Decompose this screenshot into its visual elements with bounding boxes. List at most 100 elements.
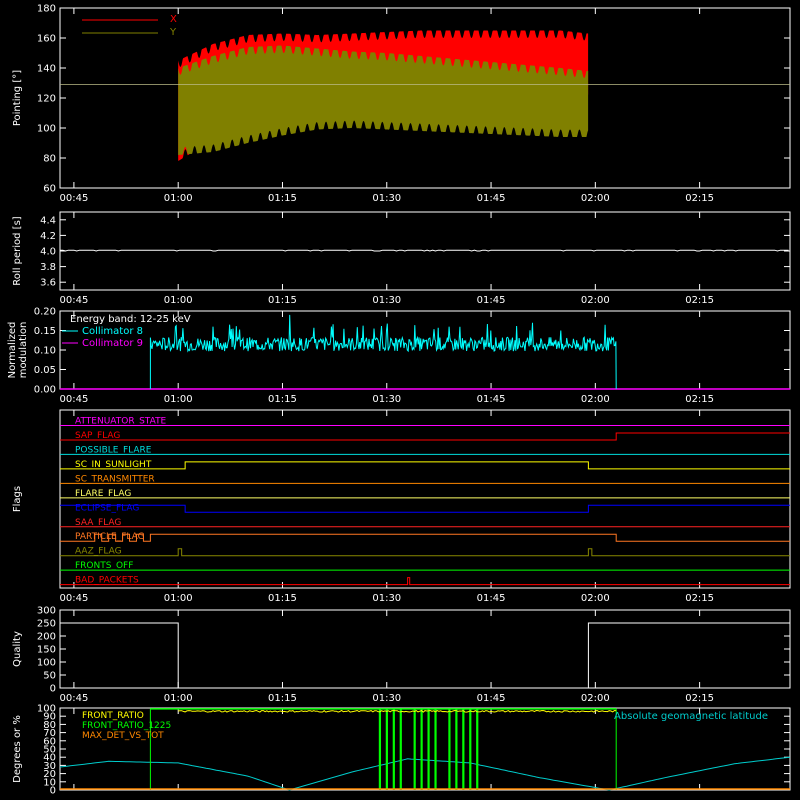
x-tick-label: 02:00 xyxy=(581,593,610,604)
y-tick-label: 0.20 xyxy=(34,307,56,318)
y-axis-label: Roll period [s] xyxy=(12,216,23,285)
x-tick-label: 02:15 xyxy=(685,295,714,306)
x-tick-label: 01:45 xyxy=(477,593,506,604)
front-ratio-1225-dropout xyxy=(469,708,472,790)
front-ratio-1225-dropout xyxy=(420,708,423,790)
flag-label: ATTENUATOR_STATE xyxy=(75,416,167,426)
x-tick-label: 00:45 xyxy=(59,394,88,405)
x-tick-label: 01:45 xyxy=(477,693,506,704)
x-tick-label: 00:45 xyxy=(59,295,88,306)
y-tick-label: 0.15 xyxy=(34,326,56,337)
front-ratio-1225-dropout xyxy=(434,708,437,790)
y-tick-label: 250 xyxy=(37,619,56,630)
y-tick-label: 50 xyxy=(43,671,56,682)
flag-label: SAA_FLAG xyxy=(75,518,121,528)
x-tick-label: 01:45 xyxy=(477,193,506,204)
legend-label: FRONT_RATIO_1225 xyxy=(82,721,171,731)
x-tick-label: 02:00 xyxy=(581,295,610,306)
geomag-annotation: Absolute geomagnetic latitude xyxy=(614,711,768,722)
front-ratio-1225-dropout xyxy=(476,708,479,790)
y-tick-label: 100 xyxy=(37,124,56,135)
front-ratio-1225-dropout xyxy=(378,708,382,790)
x-tick-label: 01:45 xyxy=(477,295,506,306)
y-tick-label: 150 xyxy=(37,645,56,656)
y-tick-label: 100 xyxy=(37,704,56,715)
legend-label: MAX_DET_VS_TOT xyxy=(82,731,164,741)
y-tick-label: 3.8 xyxy=(40,262,56,273)
flag-label: SC_TRANSMITTER xyxy=(75,474,155,484)
front-ratio-1225-dropout xyxy=(462,708,465,790)
x-tick-label: 01:15 xyxy=(268,295,297,306)
flag-label: SAP_FLAG xyxy=(75,431,120,441)
x-tick-label: 00:45 xyxy=(59,193,88,204)
x-tick-label: 01:15 xyxy=(268,394,297,405)
flag-label: FLARE_FLAG xyxy=(75,489,131,499)
y-tick-label: 0.00 xyxy=(34,385,56,396)
y-axis-label: Normalizedmodulation xyxy=(7,322,29,379)
x-tick-label: 01:00 xyxy=(164,693,193,704)
y-tick-label: 80 xyxy=(43,154,56,165)
y-tick-label: 100 xyxy=(37,658,56,669)
y-tick-label: 120 xyxy=(37,94,56,105)
rhessi-quicklook-figure: 00:45 01:00 01:15 01:30 01:45 02:00 02:15 60 80 1… xyxy=(0,0,800,800)
x-tick-label: 01:15 xyxy=(268,593,297,604)
x-tick-label: 01:45 xyxy=(477,394,506,405)
flag-label: BAD_PACKETS xyxy=(75,576,139,586)
y-tick-label: 4.2 xyxy=(40,231,56,242)
y-tick-label: 140 xyxy=(37,64,56,75)
y-tick-label: 160 xyxy=(37,34,56,45)
x-tick-label: 00:45 xyxy=(59,593,88,604)
x-tick-label: 02:00 xyxy=(581,394,610,405)
x-tick-label: 01:30 xyxy=(372,593,401,604)
y-tick-label: 300 xyxy=(37,606,56,617)
y-tick-label: 200 xyxy=(37,632,56,643)
y-axis-label: Degrees or % xyxy=(12,715,23,783)
x-tick-label: 01:15 xyxy=(268,693,297,704)
legend-label: Collimator 9 xyxy=(82,338,143,349)
legend-label: Collimator 8 xyxy=(82,326,143,337)
x-tick-label: 01:00 xyxy=(164,295,193,306)
y-axis-label: Quality xyxy=(12,631,23,667)
y-tick-label: 60 xyxy=(43,184,56,195)
x-tick-label: 02:15 xyxy=(685,193,714,204)
legend-label: Y xyxy=(169,27,177,38)
x-tick-label: 01:15 xyxy=(268,193,297,204)
front-ratio-1225-dropout xyxy=(427,708,430,790)
x-tick-label: 01:00 xyxy=(164,193,193,204)
x-tick-label: 02:00 xyxy=(581,193,610,204)
y-tick-label: 4.0 xyxy=(40,247,56,258)
flag-label: FRONTS_OFF xyxy=(75,561,133,571)
x-tick-label: 01:00 xyxy=(164,394,193,405)
legend-label: X xyxy=(170,14,177,25)
x-tick-label: 01:30 xyxy=(372,295,401,306)
x-tick-label: 01:30 xyxy=(372,193,401,204)
x-tick-label: 02:15 xyxy=(685,693,714,704)
front-ratio-1225-dropout xyxy=(392,708,395,790)
x-tick-label: 02:15 xyxy=(685,394,714,405)
y-tick-label: 4.4 xyxy=(40,215,56,226)
legend-label: FRONT_RATIO xyxy=(82,711,144,721)
front-ratio-1225-dropout xyxy=(455,708,458,790)
x-tick-label: 00:45 xyxy=(59,693,88,704)
x-tick-label: 02:15 xyxy=(685,593,714,604)
front-ratio-1225-dropout xyxy=(413,708,416,790)
flag-label: POSSIBLE_FLARE xyxy=(75,445,152,455)
flag-label: AAZ_FLAG xyxy=(75,547,122,557)
y-tick-label: 3.6 xyxy=(40,278,56,289)
y-tick-label: 0 xyxy=(50,684,56,695)
y-axis-label: Pointing [°] xyxy=(12,70,23,126)
x-tick-label: 01:30 xyxy=(372,394,401,405)
x-tick-label: 01:30 xyxy=(372,693,401,704)
front-ratio-1225-dropout xyxy=(399,708,402,790)
x-tick-label: 02:00 xyxy=(581,693,610,704)
flag-label: ECLIPSE_FLAG xyxy=(75,503,139,513)
x-tick-label: 01:00 xyxy=(164,593,193,604)
flag-label: PARTICLE_FLAG xyxy=(75,532,145,542)
y-axis-label: Flags xyxy=(12,486,23,512)
energy-band-annotation: Energy band: 12-25 keV xyxy=(70,314,191,325)
y-tick-label: 0.10 xyxy=(34,346,56,357)
flag-label: SC_IN_SUNLIGHT xyxy=(75,460,152,470)
y-tick-label: 0.05 xyxy=(34,365,56,376)
y-tick-label: 180 xyxy=(37,4,56,15)
front-ratio-1225-dropout xyxy=(385,708,388,790)
